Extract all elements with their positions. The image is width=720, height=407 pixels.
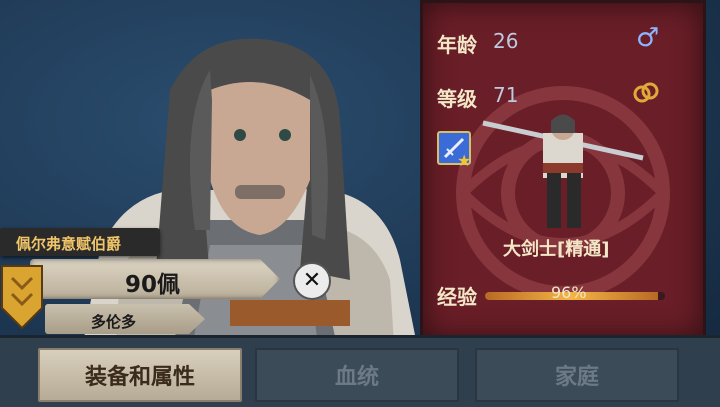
unit-class-label: 大剑士[精通]: [503, 239, 610, 260]
close-icon: ✕: [302, 268, 322, 293]
character-location: 多伦多: [91, 313, 137, 331]
star-icon: ★: [457, 151, 472, 170]
experience-percent: 96%: [551, 283, 587, 302]
tab-bloodline[interactable]: 血统: [255, 348, 459, 402]
close-button[interactable]: ✕: [293, 262, 331, 300]
male-icon: ♂: [636, 23, 660, 53]
title-banner: 佩尔弗意赋伯爵: [0, 228, 160, 256]
tab-bar: 装备和属性 血统 家庭: [0, 335, 720, 407]
heraldic-shield-icon: [1, 265, 43, 330]
stats-panel: 年龄 26 ♂ 等级 71 ★ 大剑士[精通] 经验 96%: [420, 0, 706, 341]
age-label: 年龄: [437, 33, 477, 57]
character-title: 佩尔弗意赋伯爵: [16, 235, 122, 253]
tab-equipment-attributes[interactable]: 装备和属性: [38, 348, 242, 402]
price-plate: 90佩: [30, 259, 280, 299]
level-label: 等级: [437, 87, 477, 111]
age-value: 26: [493, 29, 519, 53]
character-price: 90佩: [125, 272, 181, 298]
greatsword-unit-figure: [482, 114, 644, 228]
experience-label: 经验: [437, 285, 477, 309]
location-plate: 多伦多: [45, 304, 205, 334]
tab-family[interactable]: 家庭: [475, 348, 679, 402]
